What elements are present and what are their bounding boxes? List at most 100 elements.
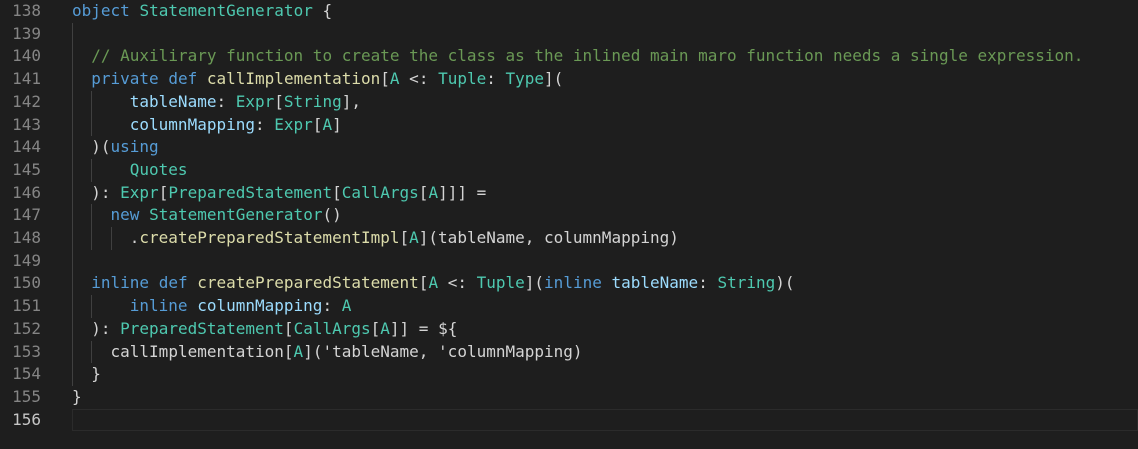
code-token: [ — [283, 318, 294, 338]
code-token: new — [110, 205, 140, 225]
code-token: ](tableName, columnMapping) — [418, 228, 679, 247]
code-token: def — [158, 273, 188, 293]
code-token: Type — [505, 69, 545, 89]
line-number: 148 — [12, 228, 41, 247]
line-number: 155 — [12, 386, 41, 406]
code-token: : — [698, 273, 718, 293]
code-token: A — [380, 318, 390, 338]
code-token: A — [293, 341, 304, 361]
indent-guide — [91, 204, 93, 250]
code-line[interactable]: 155} — [0, 386, 1138, 409]
code-token: [ — [418, 273, 429, 293]
code-token: )( — [91, 137, 111, 157]
code-line[interactable]: 148 .createPreparedStatementImpl[A](table… — [0, 227, 1138, 250]
code-text: inline def createPreparedStatement[A <: … — [91, 272, 794, 295]
code-editor[interactable]: 138 object StatementGenerator {139 140 // A… — [0, 0, 1138, 449]
code-token: Expr — [120, 182, 159, 202]
code-line[interactable]: 142 tableName: Expr[String], — [0, 91, 1138, 114]
code-text: columnMapping: Expr[A] — [130, 114, 342, 137]
code-line[interactable]: 156 — [0, 409, 1138, 432]
code-line[interactable]: 154} — [0, 363, 1138, 386]
code-token: A — [341, 296, 352, 316]
code-token: callImplementation — [206, 69, 381, 89]
code-line[interactable]: 147 new StatementGenerator() — [0, 204, 1138, 227]
code-token: StatementGenerator — [149, 205, 323, 225]
code-line[interactable]: 153 callImplementation[A]('tableName, 'co… — [0, 341, 1138, 364]
code-token: inline — [91, 273, 150, 293]
code-token: [ — [370, 318, 381, 338]
code-token: : — [322, 296, 342, 316]
code-token: columnMapping — [197, 296, 323, 316]
line-number: 151 — [12, 296, 41, 316]
line-number: 145 — [12, 159, 41, 179]
code-token: } — [91, 364, 101, 384]
code-line[interactable]: 146): Expr[PreparedStatement[CallArgs[A]… — [0, 182, 1138, 205]
code-token: : — [216, 91, 236, 111]
code-token: // Auxilirary function to create the cla… — [91, 46, 1084, 66]
line-number: 153 — [12, 341, 41, 361]
code-token: [ — [418, 182, 429, 202]
code-line[interactable]: 152): PreparedStatement[CallArgs[A]] = $… — [0, 318, 1138, 341]
code-line[interactable]: 144)(using — [0, 136, 1138, 159]
code-token: [ — [380, 69, 390, 89]
code-token: ): — [91, 182, 121, 202]
code-text: // Auxilirary function to create the cla… — [91, 45, 1083, 68]
code-token: ]( — [544, 69, 564, 89]
line-number: 138 — [12, 1, 41, 20]
code-token: ], — [341, 91, 361, 111]
code-text: ): Expr[PreparedStatement[CallArgs[A]]] … — [91, 182, 486, 205]
code-token: : — [486, 69, 506, 89]
code-token: String — [717, 273, 776, 293]
code-token: inline — [544, 273, 602, 293]
code-token: CallArgs — [293, 318, 371, 338]
code-line[interactable]: 149 — [0, 250, 1138, 273]
line-number: 139 — [12, 23, 41, 43]
code-token: [ — [399, 228, 410, 247]
code-text: )(using — [91, 136, 158, 159]
code-token: ] — [332, 114, 342, 134]
code-line[interactable]: 150 inline def createPreparedStatement[A … — [0, 272, 1138, 295]
code-token: createPreparedStatementImpl — [139, 228, 400, 247]
line-number: 142 — [12, 91, 41, 111]
indent-guide — [110, 227, 112, 250]
code-line[interactable]: 143 columnMapping: Expr[A] — [0, 114, 1138, 137]
indent-guide — [91, 158, 93, 182]
line-number: 150 — [12, 273, 41, 293]
code-token: . — [129, 228, 140, 247]
line-number: 140 — [12, 46, 41, 66]
code-token: Quotes — [129, 159, 188, 179]
code-token: ]]] = — [438, 182, 487, 202]
code-token: PreparedStatement — [120, 318, 284, 338]
code-token: A — [389, 69, 400, 89]
line-number: 141 — [12, 69, 41, 89]
code-line[interactable]: 138 object StatementGenerator { — [0, 0, 1138, 23]
line-number: 146 — [12, 182, 41, 202]
code-token: inline — [129, 296, 188, 316]
code-token: A — [428, 182, 439, 202]
code-token: Tuple — [438, 69, 487, 89]
code-line[interactable]: 145 Quotes — [0, 159, 1138, 182]
code-token: A — [322, 114, 333, 134]
code-line[interactable]: 151 inline columnMapping: A — [0, 295, 1138, 318]
code-token: [ — [332, 182, 342, 202]
code-text: Quotes — [130, 159, 188, 182]
code-token: using — [110, 137, 159, 157]
code-text: .createPreparedStatementImpl[A](tableNam… — [130, 227, 679, 250]
code-token: <: — [399, 69, 439, 89]
line-number: 152 — [12, 318, 41, 338]
code-token: def — [168, 69, 198, 89]
code-token: createPreparedStatement — [197, 273, 419, 293]
code-token: Expr — [235, 91, 275, 111]
indent-guide — [91, 90, 93, 137]
code-token: A — [409, 228, 419, 247]
code-line[interactable]: 139 — [0, 23, 1138, 46]
line-number: 149 — [12, 250, 41, 270]
code-line[interactable]: 140 // Auxilirary function to create the … — [0, 45, 1138, 68]
code-token: ]( — [524, 273, 545, 293]
code-line[interactable]: 141 private def callImplementation[A <: T… — [0, 68, 1138, 91]
code-token: } — [72, 386, 82, 406]
code-token: { — [312, 1, 333, 20]
